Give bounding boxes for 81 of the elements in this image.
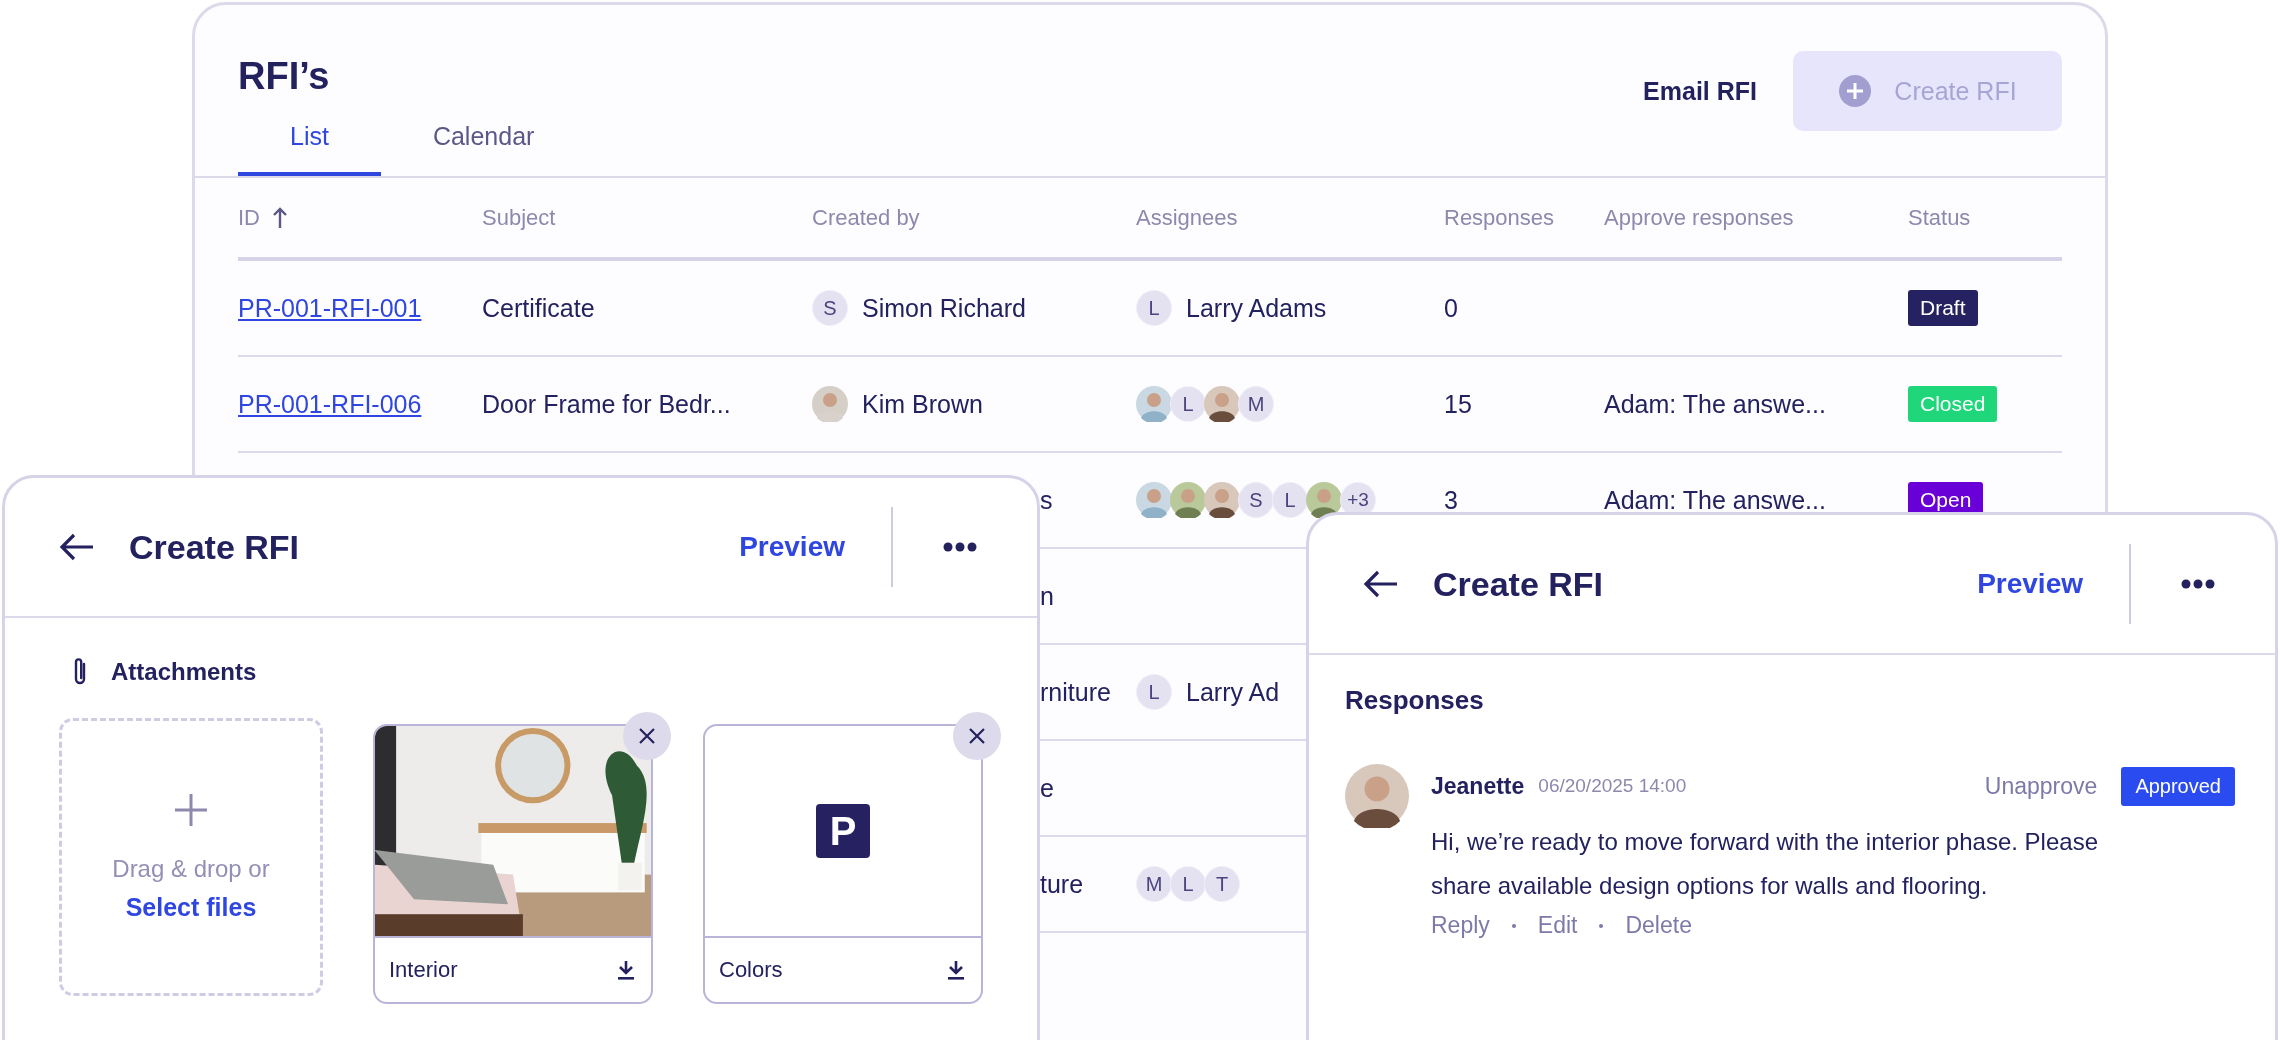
approve-text: Adam: The answe... — [1604, 485, 1827, 515]
tab[interactable]: Calendar — [380, 122, 587, 176]
response-action-link[interactable]: Reply — [1431, 912, 1490, 939]
response-time: 06/20/2025 14:00 — [1538, 775, 1688, 797]
file-card[interactable]: Interior — [373, 724, 653, 1004]
initial-avatar: L — [1170, 386, 1206, 422]
separator-dot — [1511, 923, 1516, 928]
response-text: Hi, we’re ready to move forward with the interior phase. Please share available design options for walls and flooring. — [1431, 827, 2099, 901]
download-icon[interactable] — [617, 960, 635, 980]
creator-name: rniture — [1040, 677, 1111, 707]
download-icon[interactable] — [947, 960, 965, 980]
creator-name: ture — [1040, 869, 1084, 899]
unapprove-button[interactable]: Unapprove — [1984, 772, 2098, 800]
plus-icon — [1838, 74, 1873, 108]
column-header: Assignees — [1136, 204, 1238, 231]
person-avatar — [1306, 482, 1342, 518]
column-header: Responses — [1444, 204, 1555, 231]
close-icon — [638, 727, 656, 745]
person-avatar — [1136, 482, 1172, 518]
creator-name: Simon Richard — [862, 293, 1026, 323]
initial-avatar: T — [1204, 866, 1240, 902]
email-rfi-button[interactable]: Email RFI — [1643, 76, 1757, 106]
sort-arrow-icon[interactable] — [272, 206, 288, 229]
page-title: RFI’s — [238, 55, 331, 98]
response-action-link[interactable]: Delete — [1625, 912, 1692, 939]
person-avatar — [812, 386, 848, 422]
creator-name: s — [1040, 485, 1053, 515]
person-avatar — [1204, 482, 1240, 518]
response-count: 3 — [1444, 485, 1459, 515]
initial-avatar: L — [1136, 290, 1172, 326]
status-badge: Draft — [1908, 290, 1978, 326]
document-tile: P — [816, 804, 870, 858]
remove-button[interactable] — [623, 712, 671, 760]
response-count: 15 — [1444, 389, 1473, 419]
rfi-id-link[interactable]: PR-001-RFI-001 — [238, 293, 422, 323]
drop-zone[interactable]: Drag & drop or Select files — [59, 718, 323, 996]
tab[interactable]: List — [238, 122, 381, 176]
remove-button[interactable] — [953, 712, 1001, 760]
status-badge: Closed — [1908, 386, 1998, 422]
subject-text: Door Frame for Bedr... — [482, 389, 732, 419]
creator-name: Kim Brown — [862, 389, 983, 419]
section-title: Responses — [1345, 685, 1485, 716]
response-count: 0 — [1444, 293, 1459, 323]
close-icon — [968, 727, 986, 745]
plus-icon — [174, 792, 208, 827]
approval-badge: Approved — [2121, 766, 2235, 806]
preview-link[interactable]: Preview — [739, 531, 845, 563]
initial-avatar: S — [812, 290, 848, 326]
column-header: Approve responses — [1604, 204, 1794, 231]
person-avatar — [1170, 482, 1206, 518]
separator-dot — [1599, 923, 1604, 928]
column-header: Created by — [812, 204, 920, 231]
initial-avatar: M — [1136, 866, 1172, 902]
approve-text: Adam: The answe... — [1604, 389, 1827, 419]
response-action-link[interactable]: Edit — [1537, 912, 1578, 939]
assignee-name: Larry Ad — [1186, 677, 1280, 707]
initial-avatar: L — [1136, 674, 1172, 710]
person-avatar — [1136, 386, 1172, 422]
column-header: Subject — [482, 204, 556, 231]
initial-avatar: M — [1238, 386, 1274, 422]
column-header: ID — [238, 204, 260, 231]
initial-avatar: S — [1238, 482, 1274, 518]
file-name: Interior — [389, 957, 458, 983]
person-avatar — [1204, 386, 1240, 422]
file-name: Colors — [719, 957, 783, 983]
panel-title: Create RFI — [1433, 564, 1605, 604]
section-title: Attachments — [111, 658, 257, 686]
rfi-id-link[interactable]: PR-001-RFI-006 — [238, 389, 422, 419]
panel-title: Create RFI — [129, 527, 301, 567]
subject-text: Certificate — [482, 293, 596, 323]
initial-avatar: L — [1272, 482, 1308, 518]
person-avatar — [1345, 764, 1409, 828]
author-name: Jeanette — [1431, 772, 1525, 800]
select-files-link[interactable]: Select files — [125, 892, 257, 922]
initial-avatar: L — [1170, 866, 1206, 902]
assignee-name: Larry Adams — [1186, 293, 1327, 323]
column-header: Status — [1908, 204, 1971, 231]
creator-name: n — [1040, 581, 1054, 611]
drop-hint: Drag & drop or — [112, 854, 270, 883]
preview-link[interactable]: Preview — [1977, 568, 2083, 600]
creator-name: e — [1040, 773, 1054, 803]
